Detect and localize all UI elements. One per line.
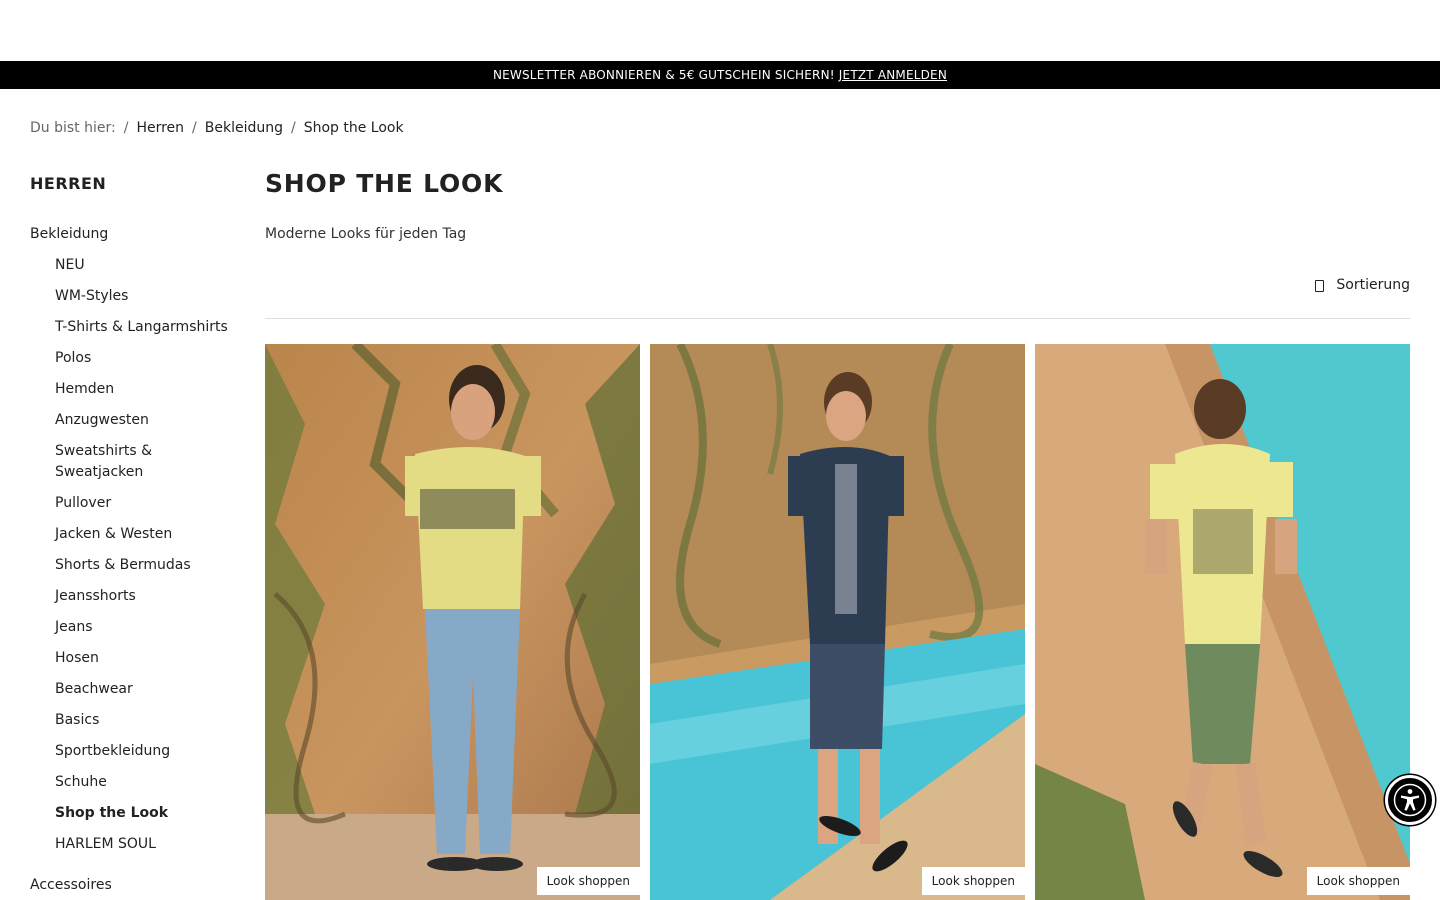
divider: [265, 318, 1410, 319]
sidebar-item-jacken-westen[interactable]: Jacken & Westen: [55, 524, 240, 545]
sidebar-item-basics[interactable]: Basics: [55, 710, 240, 731]
look-image: [1035, 344, 1410, 900]
look-card[interactable]: Look shoppen: [1035, 344, 1410, 900]
breadcrumb-herren[interactable]: Herren: [136, 120, 184, 136]
site-header: [0, 0, 1440, 61]
breadcrumb-bekleidung[interactable]: Bekleidung: [205, 120, 283, 136]
sidebar-category-bekleidung[interactable]: Bekleidung: [30, 226, 108, 242]
look-shop-button[interactable]: Look shoppen: [1306, 867, 1410, 895]
breadcrumb-separator: /: [291, 120, 296, 136]
look-shop-button[interactable]: Look shoppen: [921, 867, 1025, 895]
newsletter-promo-bar: NEWSLETTER ABONNIEREN & 5€ GUTSCHEIN SIC…: [0, 61, 1440, 89]
look-image: [265, 344, 640, 900]
sidebar-item-harlem-soul[interactable]: HARLEM SOUL: [55, 834, 240, 855]
accessibility-icon: [1393, 783, 1427, 817]
breadcrumb-separator: /: [192, 120, 197, 136]
look-shop-button[interactable]: Look shoppen: [536, 867, 640, 895]
sidebar-item-shop-the-look[interactable]: Shop the Look: [55, 803, 240, 824]
sidebar-item-jeansshorts[interactable]: Jeansshorts: [55, 586, 240, 607]
breadcrumb: Du bist hier: / Herren / Bekleidung / Sh…: [30, 120, 404, 136]
sidebar-title: HERREN: [30, 174, 107, 193]
look-image: [650, 344, 1025, 900]
accessibility-button[interactable]: [1385, 775, 1435, 825]
sidebar-item-polos[interactable]: Polos: [55, 348, 240, 369]
look-card[interactable]: Look shoppen: [650, 344, 1025, 900]
promo-text: NEWSLETTER ABONNIEREN & 5€ GUTSCHEIN SIC…: [492, 68, 835, 82]
sidebar-item-beachwear[interactable]: Beachwear: [55, 679, 240, 700]
sidebar-item-sweatshirts[interactable]: Sweatshirts & Sweatjacken: [55, 441, 240, 483]
sort-icon: [1312, 278, 1326, 292]
sort-button[interactable]: Sortierung: [1312, 277, 1410, 293]
page-subtitle: Moderne Looks für jeden Tag: [265, 226, 467, 242]
sidebar-item-neu[interactable]: NEU: [55, 255, 240, 276]
look-card[interactable]: Look shoppen: [265, 344, 640, 900]
sidebar-item-anzugwesten[interactable]: Anzugwesten: [55, 410, 240, 431]
breadcrumb-shop-the-look[interactable]: Shop the Look: [304, 120, 404, 136]
sidebar-item-sportbekleidung[interactable]: Sportbekleidung: [55, 741, 240, 762]
looks-grid: Look shoppen Look shoppen Look shoppen: [265, 344, 1410, 900]
category-sidebar: HERREN Bekleidung NEU WM-Styles T-Shirts…: [30, 174, 240, 893]
sort-label: Sortierung: [1336, 277, 1410, 293]
sidebar-item-pullover[interactable]: Pullover: [55, 493, 240, 514]
sidebar-item-t-shirts[interactable]: T-Shirts & Langarmshirts: [55, 317, 240, 338]
sidebar-item-wm-styles[interactable]: WM-Styles: [55, 286, 240, 307]
breadcrumb-prefix: Du bist hier:: [30, 120, 116, 136]
page-title: SHOP THE LOOK: [265, 169, 504, 198]
sidebar-category-accessoires[interactable]: Accessoires: [30, 877, 112, 893]
promo-signup-link[interactable]: JETZT ANMELDEN: [839, 68, 947, 82]
sidebar-item-hemden[interactable]: Hemden: [55, 379, 240, 400]
sidebar-item-hosen[interactable]: Hosen: [55, 648, 240, 669]
sidebar-item-shorts-bermudas[interactable]: Shorts & Bermudas: [55, 555, 240, 576]
sidebar-item-schuhe[interactable]: Schuhe: [55, 772, 240, 793]
sidebar-item-jeans[interactable]: Jeans: [55, 617, 240, 638]
breadcrumb-separator: /: [123, 120, 129, 136]
